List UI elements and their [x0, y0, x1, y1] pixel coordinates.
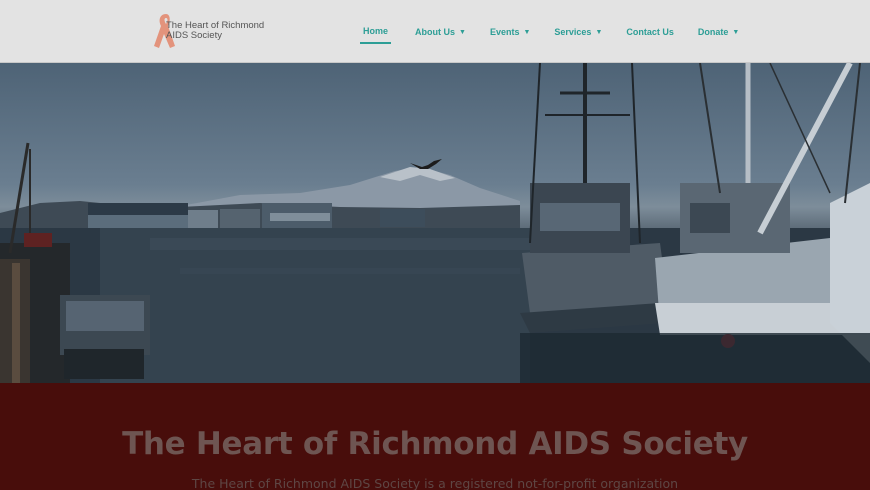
site-logo[interactable]: The Heart of Richmond AIDS Society	[150, 10, 270, 52]
nav-item-donate[interactable]: Donate ▼	[698, 20, 739, 44]
nav-item-events[interactable]: Events ▼	[490, 20, 530, 44]
nav-item-about-us[interactable]: About Us ▼	[415, 20, 466, 44]
nav-label: Donate	[697, 27, 729, 37]
nav-label: Services	[554, 27, 592, 37]
site-header: The Heart of Richmond AIDS Society Home …	[0, 0, 870, 63]
nav-label: About Us	[415, 27, 456, 37]
harbor-scene	[0, 63, 870, 383]
main-nav: Home About Us ▼ Events ▼ Services ▼ Cont…	[360, 20, 763, 44]
banner-subtitle: The Heart of Richmond AIDS Society is a …	[191, 476, 679, 490]
chevron-down-icon: ▼	[523, 28, 531, 36]
nav-label: Contact Us	[626, 27, 674, 37]
logo-text: The Heart of Richmond AIDS Society	[166, 21, 264, 41]
banner-title: The Heart of Richmond AIDS Society	[122, 426, 748, 462]
chevron-down-icon: ▼	[595, 28, 603, 36]
hero-image	[0, 63, 870, 383]
chevron-down-icon: ▼	[459, 28, 466, 36]
logo-line-2: AIDS Society	[166, 30, 222, 41]
nav-item-home[interactable]: Home	[360, 20, 392, 44]
nav-label: Home	[363, 26, 389, 36]
chevron-down-icon: ▼	[732, 28, 740, 36]
nav-label: Events	[489, 27, 520, 37]
nav-item-services[interactable]: Services ▼	[554, 20, 602, 44]
intro-banner: The Heart of Richmond AIDS Society The H…	[0, 383, 870, 490]
nav-item-contact-us[interactable]: Contact Us	[626, 20, 674, 44]
